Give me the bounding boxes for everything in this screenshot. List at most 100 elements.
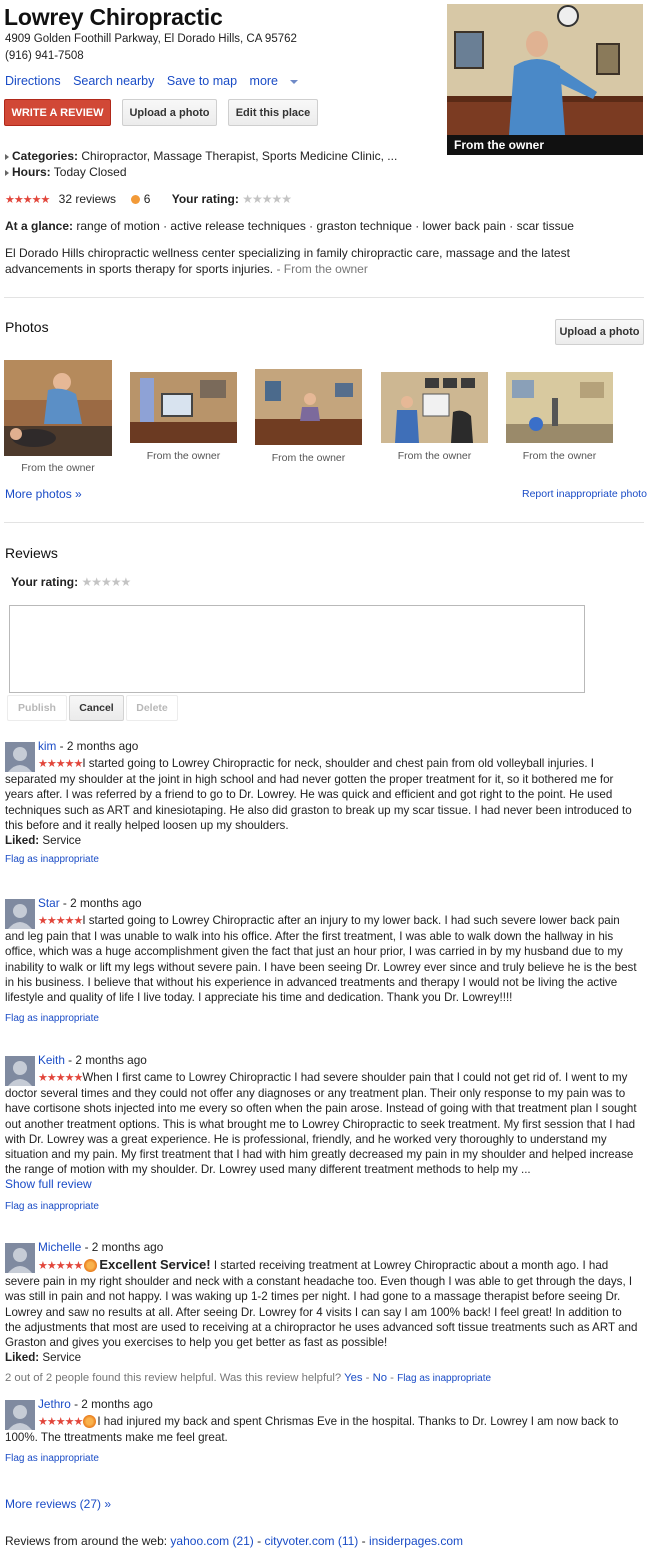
- categories-row[interactable]: Categories: Chiropractor, Massage Therap…: [5, 149, 397, 163]
- liked-label: Liked:: [5, 1351, 40, 1365]
- photo-caption-1: From the owner: [21, 462, 95, 474]
- flag-link[interactable]: Flag as inappropriate: [5, 1199, 641, 1214]
- edit-place-button[interactable]: Edit this place: [228, 99, 318, 126]
- reviews-count[interactable]: 32 reviews: [59, 192, 116, 206]
- write-review-button[interactable]: WRITE A REVIEW: [4, 99, 111, 126]
- rating-stars: ★★★★★: [5, 194, 50, 206]
- avatar-icon: [5, 1056, 35, 1086]
- review-date: - 2 months ago: [84, 1240, 164, 1254]
- avatar: [5, 899, 35, 929]
- publish-button[interactable]: Publish: [7, 695, 67, 721]
- review-date: - 2 months ago: [68, 1053, 147, 1067]
- divider: [4, 297, 644, 298]
- review-item: Michelle - 2 months ago ★★★★★ Excellent S…: [5, 1240, 641, 1387]
- report-photo-link[interactable]: Report inappropriate photo: [522, 488, 647, 500]
- helpful-no-link[interactable]: No: [373, 1372, 387, 1384]
- photo-thumb-5[interactable]: [506, 372, 613, 443]
- expand-arrow-icon: [5, 169, 9, 176]
- photo-image: [4, 360, 112, 456]
- review-body: ★★★★★I started going to Lowrey Chiroprac…: [5, 899, 641, 1005]
- review-liked: Liked: Service: [5, 1350, 641, 1365]
- review-header: kim - 2 months ago: [38, 739, 138, 754]
- more-reviews-link[interactable]: More reviews (27) »: [5, 1497, 111, 1511]
- review-text: I started going to Lowrey Chiropractic f…: [5, 757, 632, 832]
- review-date: - 2 months ago: [74, 1397, 153, 1411]
- categories-label: Categories:: [12, 149, 79, 163]
- web-reviews-label: Reviews from around the web:: [5, 1534, 168, 1548]
- review-author[interactable]: Keith: [38, 1053, 65, 1067]
- your-rating-label: Your rating:: [11, 575, 79, 589]
- review-header: Star - 2 months ago: [38, 896, 142, 911]
- business-address: 4909 Golden Foothill Parkway, El Dorado …: [5, 33, 297, 45]
- review-author[interactable]: kim: [38, 739, 56, 753]
- photo-thumb-2[interactable]: [130, 372, 237, 443]
- hours-row[interactable]: Hours: Today Closed: [5, 165, 127, 179]
- owner-photo-image: [447, 4, 643, 155]
- business-name: Lowrey Chiropractic: [4, 4, 223, 30]
- flag-link[interactable]: Flag as inappropriate: [5, 1451, 641, 1466]
- review-textarea[interactable]: [9, 605, 585, 693]
- review-date: - 2 months ago: [62, 896, 142, 910]
- search-nearby-link[interactable]: Search nearby: [73, 74, 154, 88]
- more-photos-link[interactable]: More photos »: [5, 487, 82, 501]
- directions-link[interactable]: Directions: [5, 74, 61, 88]
- review-item: Star - 2 months ago ★★★★★I started going…: [5, 896, 641, 1026]
- more-label: more: [249, 74, 279, 88]
- business-description: El Dorado Hills chiropractic wellness ce…: [5, 246, 641, 277]
- review-header: Jethro - 2 months ago: [38, 1397, 153, 1412]
- photos-upload-button[interactable]: Upload a photo: [555, 319, 644, 345]
- expand-arrow-icon: [5, 153, 9, 160]
- review-author[interactable]: Michelle: [38, 1240, 81, 1254]
- medal-count: 6: [143, 192, 151, 206]
- action-links: Directions Search nearby Save to map mor…: [5, 74, 316, 88]
- review-text: I had injured my back and spent Chrismas…: [5, 1415, 619, 1445]
- photo-caption-5: From the owner: [522, 450, 597, 462]
- liked-value: Service: [42, 1351, 82, 1365]
- flag-link[interactable]: Flag as inappropriate: [5, 1011, 641, 1026]
- liked-label: Liked:: [5, 834, 40, 848]
- main-photo-caption: From the owner: [447, 135, 643, 155]
- source-yahoo-link[interactable]: yahoo.com (21): [170, 1534, 253, 1548]
- photos-heading: Photos: [5, 319, 49, 335]
- photo-caption-3: From the owner: [271, 452, 346, 464]
- cancel-button[interactable]: Cancel: [69, 695, 124, 721]
- helpful-yes-link[interactable]: Yes: [344, 1372, 362, 1384]
- delete-button[interactable]: Delete: [126, 695, 178, 721]
- flag-link[interactable]: Flag as inappropriate: [5, 852, 641, 867]
- more-menu[interactable]: more: [250, 74, 307, 88]
- upload-photo-button[interactable]: Upload a photo: [122, 99, 217, 126]
- review-author[interactable]: Jethro: [38, 1397, 71, 1411]
- your-rating-stars[interactable]: ★★★★★: [242, 192, 292, 206]
- show-full-review-link[interactable]: Show full review: [5, 1177, 641, 1192]
- review-stars: ★★★★★: [38, 1072, 83, 1084]
- source-insiderpages-link[interactable]: insiderpages.com: [369, 1534, 463, 1548]
- review-form-rating: Your rating: ★★★★★: [11, 575, 131, 589]
- at-a-glance-label: At a glance:: [5, 219, 74, 233]
- liked-value: Service: [42, 834, 82, 848]
- web-reviews-row: Reviews from around the web: yahoo.com (…: [5, 1534, 464, 1548]
- photo-thumb-1[interactable]: [4, 360, 112, 456]
- review-author[interactable]: Star: [38, 896, 60, 910]
- review-stars: ★★★★★: [38, 1416, 83, 1428]
- your-rating-stars[interactable]: ★★★★★: [81, 575, 131, 589]
- medal-icon: [131, 195, 141, 205]
- medal-icon: [84, 1259, 98, 1273]
- review-item: Keith - 2 months ago ★★★★★When I first c…: [5, 1053, 641, 1214]
- divider: [4, 522, 644, 523]
- medal-icon: [83, 1415, 97, 1429]
- helpful-text: 2 out of 2 people found this review help…: [5, 1372, 342, 1385]
- business-phone: (916) 941-7508: [5, 50, 84, 62]
- save-to-map-link[interactable]: Save to map: [167, 74, 237, 88]
- avatar: [5, 1400, 35, 1430]
- avatar-icon: [5, 1243, 35, 1273]
- review-text: I started receiving treatment at Lowrey …: [5, 1259, 638, 1350]
- review-body: ★★★★★ Excellent Service! I started receiv…: [5, 1243, 641, 1350]
- photo-thumb-3[interactable]: [255, 369, 362, 445]
- source-cityvoter-link[interactable]: cityvoter.com (11): [264, 1534, 358, 1548]
- review-stars: ★★★★★: [38, 915, 83, 927]
- main-photo[interactable]: From the owner: [447, 4, 643, 155]
- at-a-glance-row: At a glance: range of motion · active re…: [5, 219, 574, 233]
- review-stars: ★★★★★: [38, 758, 83, 770]
- flag-link[interactable]: Flag as inappropriate: [397, 1373, 491, 1384]
- photo-thumb-4[interactable]: [381, 372, 488, 443]
